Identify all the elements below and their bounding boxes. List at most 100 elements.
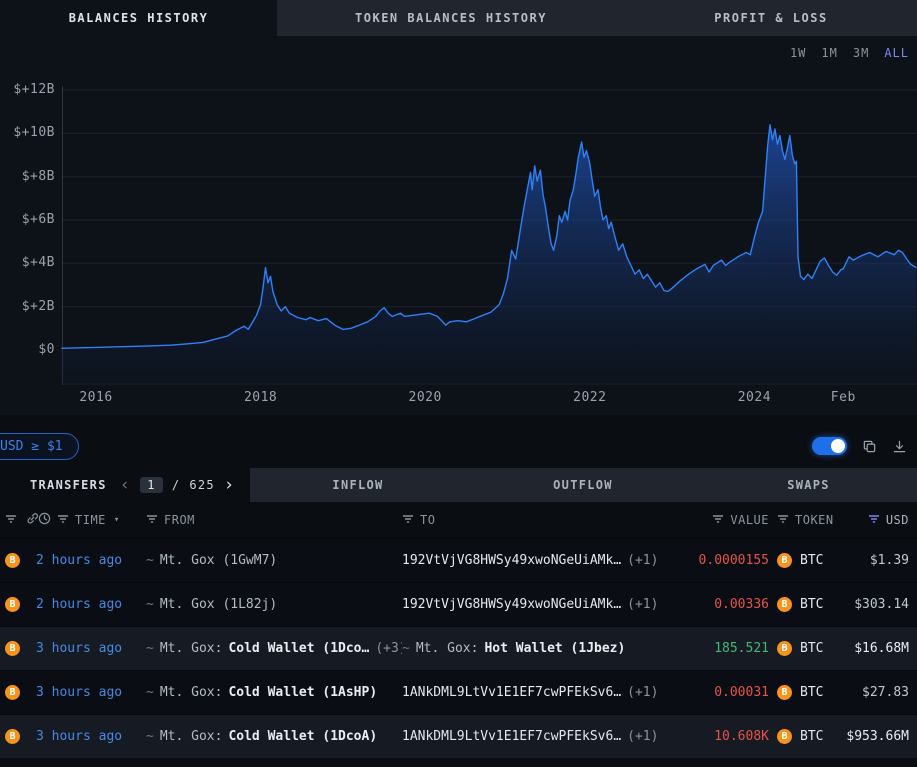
download-icon[interactable] <box>892 439 907 454</box>
header-value[interactable]: VALUE <box>712 513 769 528</box>
entity-wave-icon: ~ <box>146 641 154 656</box>
from-wallet[interactable]: Cold Wallet (1Dco… <box>228 641 369 656</box>
usd-filter-chip[interactable]: USD ≥ $1 <box>0 433 79 460</box>
usd-cell: $1.39 <box>870 553 917 568</box>
to-cell[interactable]: ~Mt. Gox:Hot Wallet (1Jbez) <box>402 641 657 656</box>
to-cell[interactable]: 192VtVjVG8HWSy49xwoNGeUiAMk…(+1) <box>402 553 657 568</box>
x-axis-label: 2018 <box>244 390 277 405</box>
from-cell[interactable]: ~ Mt. Gox (1L82j) <box>146 597 402 612</box>
time-cell[interactable]: 3 hours ago <box>36 685 146 700</box>
to-filter-icon[interactable] <box>402 513 414 528</box>
entity-wave-icon: ~ <box>146 685 154 700</box>
header-usd[interactable]: USD <box>868 513 917 528</box>
copy-icon[interactable] <box>862 439 877 454</box>
page-prev-chevron-icon[interactable]: ‹ <box>120 475 132 495</box>
table-row[interactable]: B 2 hours ago~Mt. Gox (1GwM7)192VtVjVG8HW… <box>0 538 917 582</box>
usd-cell: $303.14 <box>854 597 917 612</box>
app-root: BALANCES HISTORY TOKEN BALANCES HISTORY … <box>0 0 917 758</box>
from-entity[interactable]: Mt. Gox: <box>160 685 223 700</box>
range-1w-button[interactable]: 1W <box>790 46 806 60</box>
chart-canvas <box>0 70 917 385</box>
to-address[interactable]: 192VtVjVG8HWSy49xwoNGeUiAMk… <box>402 597 621 612</box>
range-3m-button[interactable]: 3M <box>853 46 869 60</box>
chart-controls <box>812 437 907 455</box>
to-address[interactable]: 1ANkDML9LtVv1E1EF7cwPFEkSv6… <box>402 685 621 700</box>
top-tab-bar: BALANCES HISTORY TOKEN BALANCES HISTORY … <box>0 0 917 36</box>
usd-filter-icon-active[interactable] <box>868 513 880 528</box>
value-cell: 0.00031 <box>714 685 769 700</box>
table-row[interactable]: B3 hours ago~Mt. Gox:Cold Wallet (1DcoA)… <box>0 714 917 758</box>
time-cell[interactable]: 3 hours ago <box>36 729 146 744</box>
time-cell[interactable]: 2 hours ago <box>36 597 146 612</box>
to-cell[interactable]: 192VtVjVG8HWSy49xwoNGeUiAMk… (+1) <box>402 597 657 612</box>
table-row[interactable]: B3 hours ago~Mt. Gox:Cold Wallet (1Dco…(… <box>0 626 917 670</box>
x-axis: 20162018202020222024Feb <box>0 385 917 415</box>
btc-token-icon: B <box>777 729 792 744</box>
btc-token-icon: B <box>777 553 792 568</box>
toggle-knob <box>831 439 845 453</box>
from-filter-icon[interactable] <box>146 513 158 528</box>
to-cell[interactable]: 1ANkDML9LtVv1E1EF7cwPFEkSv6…(+1) <box>402 729 657 744</box>
to-entity[interactable]: Mt. Gox: <box>416 641 479 656</box>
tab-balances-history[interactable]: BALANCES HISTORY <box>0 0 277 36</box>
tab-swaps[interactable]: SWAPS <box>700 468 917 502</box>
from-wallet[interactable]: Cold Wallet (1AsHP) <box>228 685 377 700</box>
from-cell[interactable]: ~ Mt. Gox: Cold Wallet (1AsHP) <box>146 685 402 700</box>
tab-outflow[interactable]: OUTFLOW <box>466 468 700 502</box>
chain-cell: B <box>0 641 36 656</box>
header-token[interactable]: TOKEN <box>769 513 839 528</box>
header-time[interactable]: TIME ▾ <box>36 512 146 528</box>
y-axis-label: $+2B <box>0 299 55 314</box>
time-filter-icon[interactable] <box>57 513 69 528</box>
from-cell[interactable]: ~Mt. Gox:Cold Wallet (1Dco…(+3) <box>146 641 402 656</box>
header-token-label: TOKEN <box>795 513 834 527</box>
to-wallet[interactable]: Hot Wallet (1Jbez) <box>484 641 625 656</box>
tab-transfers[interactable]: TRANSFERS ‹ 1 / 625 › <box>0 468 250 502</box>
chain-cell: B <box>0 597 36 612</box>
to-more-count: (+1) <box>627 597 657 612</box>
time-cell[interactable]: 3 hours ago <box>36 641 146 656</box>
btc-chain-icon: B <box>5 597 20 612</box>
token-cell: BBTC <box>769 597 839 612</box>
from-entity[interactable]: Mt. Gox (1L82j) <box>160 597 277 612</box>
header-from[interactable]: FROM <box>146 513 402 528</box>
transfers-table-body: B2 hours ago~Mt. Gox (1GwM7)192VtVjVG8HW… <box>0 538 917 758</box>
header-usd-label: USD <box>886 513 909 527</box>
from-entity[interactable]: Mt. Gox (1GwM7) <box>160 553 277 568</box>
tab-profit-loss[interactable]: PROFIT & LOSS <box>625 0 917 36</box>
value-filter-icon[interactable] <box>712 513 724 528</box>
chain-filter-icon[interactable] <box>5 513 17 528</box>
chain-cell: B <box>0 553 36 568</box>
from-cell[interactable]: ~Mt. Gox (1GwM7) <box>146 553 402 568</box>
value-cell: 10.608K <box>714 729 769 744</box>
balance-history-area-chart[interactable]: $+12B$+10B$+8B$+6B$+4B$+2B$0 <box>0 70 917 385</box>
time-cell[interactable]: 2 hours ago <box>36 553 146 568</box>
header-to-label: TO <box>420 513 435 527</box>
token-filter-icon[interactable] <box>777 513 789 528</box>
to-address[interactable]: 192VtVjVG8HWSy49xwoNGeUiAMk… <box>402 553 621 568</box>
range-all-button[interactable]: ALL <box>884 46 909 60</box>
transfers-tab-label: TRANSFERS <box>30 478 107 492</box>
to-address[interactable]: 1ANkDML9LtVv1E1EF7cwPFEkSv6… <box>402 729 621 744</box>
from-wallet[interactable]: Cold Wallet (1DcoA) <box>228 729 377 744</box>
table-row[interactable]: B 3 hours ago~ Mt. Gox: Cold Wallet (1AsHP)… <box>0 670 917 714</box>
tab-inflow[interactable]: INFLOW <box>250 468 466 502</box>
tab-token-balances-history[interactable]: TOKEN BALANCES HISTORY <box>277 0 625 36</box>
chart-toggle[interactable] <box>812 437 847 455</box>
entity-wave-icon: ~ <box>146 597 154 612</box>
page-next-chevron-icon[interactable]: › <box>224 475 236 495</box>
from-cell[interactable]: ~Mt. Gox:Cold Wallet (1DcoA) <box>146 729 402 744</box>
btc-chain-icon: B <box>5 553 20 568</box>
table-row[interactable]: B 2 hours ago~ Mt. Gox (1L82j) 192VtVjVG8HW… <box>0 582 917 626</box>
page-total: 625 <box>189 478 215 492</box>
chart-controls-row: USD ≥ $1 <box>0 424 917 468</box>
to-cell[interactable]: 1ANkDML9LtVv1E1EF7cwPFEkSv6…(+1) <box>402 685 657 700</box>
token-symbol: BTC <box>800 597 823 612</box>
page-number[interactable]: 1 <box>140 477 163 493</box>
range-1m-button[interactable]: 1M <box>821 46 837 60</box>
from-entity[interactable]: Mt. Gox: <box>160 641 223 656</box>
header-to[interactable]: TO <box>402 513 657 528</box>
y-axis-label: $+4B <box>0 255 55 270</box>
btc-token-icon: B <box>777 685 792 700</box>
from-entity[interactable]: Mt. Gox: <box>160 729 223 744</box>
